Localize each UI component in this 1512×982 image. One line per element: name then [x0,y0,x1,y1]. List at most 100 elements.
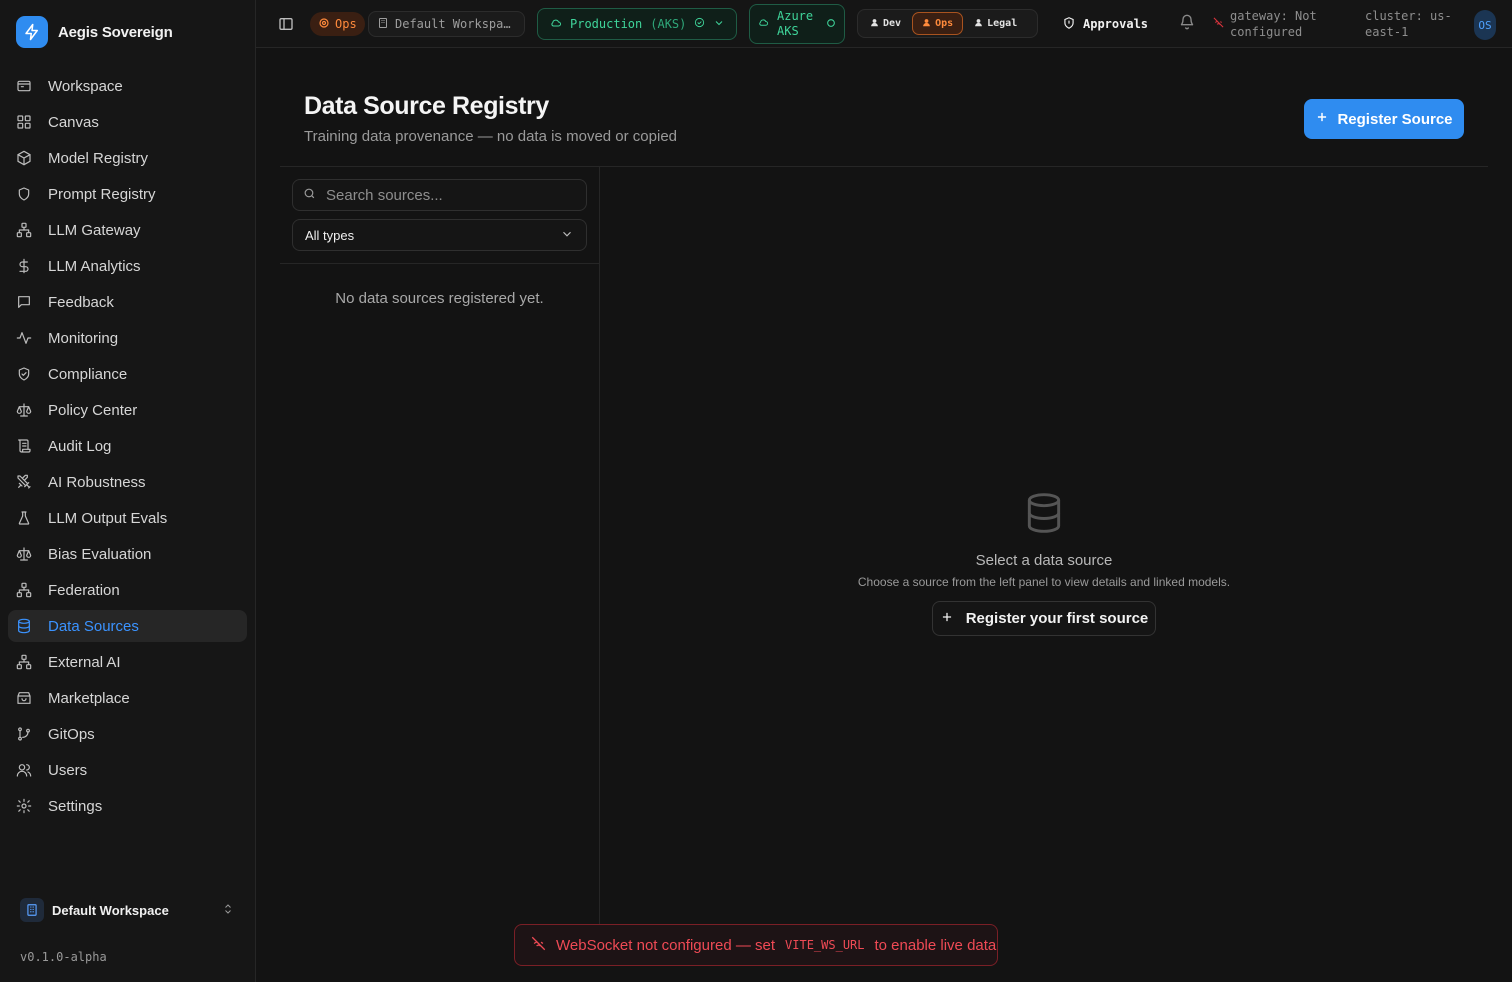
role-badge-label: Ops [335,17,357,31]
check-circle-icon [694,17,705,31]
scroll-icon [16,438,32,454]
sidebar-item-label: Bias Evaluation [48,545,152,563]
role-dev[interactable]: Dev [861,12,910,35]
workspace-selector[interactable]: Default Workspa… [368,11,525,37]
sidebar-item-model-registry[interactable]: Model Registry [8,142,247,174]
building-icon [377,17,389,32]
gear-icon [16,798,32,814]
environment-suffix: (AKS) [650,17,687,31]
register-first-source-button[interactable]: Register your first source [932,601,1156,636]
status-dot-icon [826,17,836,32]
building-icon [20,898,44,922]
flask-icon [16,510,32,526]
brand[interactable]: Aegis Sovereign [16,16,173,48]
cluster-label: cluster: us-east-1 [1365,9,1452,39]
sidebar-item-gitops[interactable]: GitOps [8,718,247,750]
sidebar-item-label: Data Sources [48,617,139,635]
sidebar-toggle-icon[interactable] [278,16,294,32]
sidebar-item-audit-log[interactable]: Audit Log [8,430,247,462]
sidebar-item-policy-center[interactable]: Policy Center [8,394,247,426]
sidebar-item-label: Monitoring [48,329,119,347]
sidebar-item-settings[interactable]: Settings [8,790,247,822]
sidebar-item-label: LLM Output Evals [48,509,168,527]
git-branch-icon [16,726,32,742]
empty-state-title: Select a data source [975,552,1113,569]
sidebar-item-users[interactable]: Users [8,754,247,786]
sidebar-item-label: Feedback [48,293,114,311]
register-source-button[interactable]: Register Source [1304,99,1464,139]
search-icon [303,187,316,203]
network-icon [16,222,32,238]
sidebar-item-compliance[interactable]: Compliance [8,358,247,390]
approvals-button[interactable]: Approvals [1062,12,1148,36]
chevron-down-icon [713,17,725,32]
empty-state: Select a data source Choose a source fro… [600,490,1488,589]
search-box[interactable] [292,179,587,211]
approvals-label: Approvals [1083,17,1149,31]
network-icon [16,654,32,670]
cloud-icon [550,17,562,32]
role-badge[interactable]: Ops [310,12,365,36]
cloud-provider-text: Azure AKS [777,9,813,39]
chevron-down-icon [560,227,574,244]
role-label: Ops [935,18,954,29]
search-input[interactable] [326,186,566,204]
sidebar-item-bias-evaluation[interactable]: Bias Evaluation [8,538,247,570]
scale-icon [974,18,983,30]
bell-icon[interactable] [1179,14,1195,30]
panel-divider [280,263,599,264]
shield-icon [16,186,32,202]
sidebar-item-llm-gateway[interactable]: LLM Gateway [8,214,247,246]
role-label: Legal [987,18,1018,29]
sidebar-item-label: Workspace [48,77,123,95]
store-icon [16,690,32,706]
sidebar-item-label: Compliance [48,365,128,383]
sidebar-item-ai-robustness[interactable]: AI Robustness [8,466,247,498]
role-ops[interactable]: Ops [912,12,964,35]
sidebar-item-federation[interactable]: Federation [8,574,247,606]
avatar[interactable]: OS [1474,10,1496,40]
wifi-off-icon [1213,16,1224,32]
workspace-switcher[interactable]: Default Workspace [16,894,242,926]
message-icon [16,294,32,310]
environment-selector[interactable]: Production (AKS) [537,8,737,40]
users-icon [16,762,32,778]
sidebar-item-label: Model Registry [48,149,149,167]
cube-icon [16,150,32,166]
sidebar-item-monitoring[interactable]: Monitoring [8,322,247,354]
activity-icon [16,330,32,346]
swords-icon [16,474,32,490]
role-legal[interactable]: Legal [965,12,1026,35]
sidebar-item-canvas[interactable]: Canvas [8,106,247,138]
sidebar-item-label: Prompt Registry [48,185,156,203]
sidebar-item-llm-output-evals[interactable]: LLM Output Evals [8,502,247,534]
cloud-provider-line1: Azure [777,9,814,23]
cloud-icon [758,17,769,32]
grid-icon [16,114,32,130]
sidebar-item-external-ai[interactable]: External AI [8,646,247,678]
type-filter-select[interactable]: All types [292,219,587,251]
shield-check-icon [16,366,32,382]
sidebar-item-label: Settings [48,797,103,815]
cloud-provider-badge[interactable]: Azure AKS [749,4,845,44]
app-version: v0.1.0-alpha [20,950,107,964]
sidebar-item-label: Federation [48,581,120,599]
sidebar-item-llm-analytics[interactable]: LLM Analytics [8,250,247,282]
gateway-status-text: gateway: Not configured [1230,9,1317,39]
sidebar-item-feedback[interactable]: Feedback [8,286,247,318]
role-label: Dev [883,18,902,29]
sidebar-item-prompt-registry[interactable]: Prompt Registry [8,178,247,210]
role-switcher: Dev Ops Legal [857,9,1038,38]
gear-icon [318,17,330,32]
source-list-panel: All types No data sources registered yet… [280,167,600,957]
sidebar-item-label: LLM Analytics [48,257,141,275]
database-icon [600,490,1488,536]
dollar-icon [16,258,32,274]
sidebar-item-label: Audit Log [48,437,112,455]
sidebar-item-workspace[interactable]: Workspace [8,70,247,102]
sidebar-item-label: External AI [48,653,121,671]
sidebar-item-marketplace[interactable]: Marketplace [8,682,247,714]
sidebar-item-data-sources[interactable]: Data Sources [8,610,247,642]
sidebar: Aegis Sovereign Workspace Canvas Model Reg… [0,0,256,982]
sidebar-item-label: Users [48,761,88,779]
